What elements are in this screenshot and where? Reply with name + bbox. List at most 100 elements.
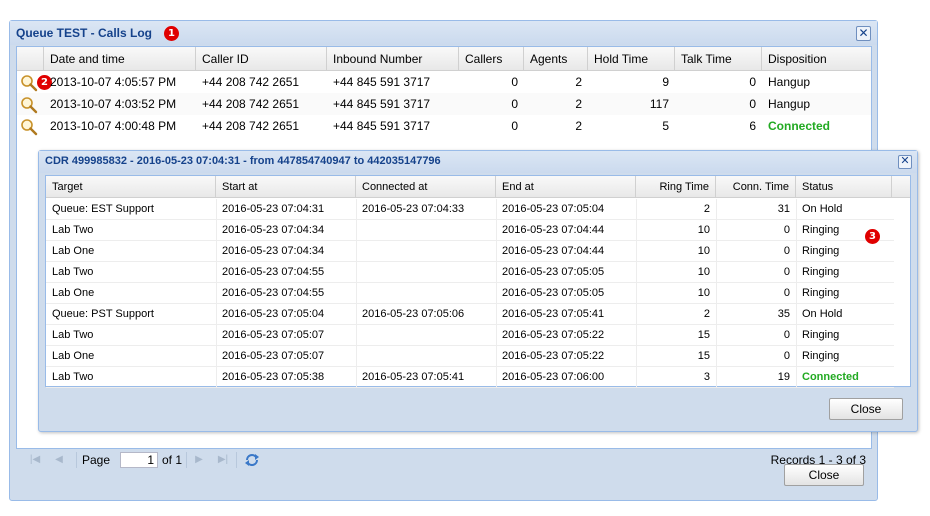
prev-page-icon[interactable]: ◀: [52, 453, 66, 467]
header-hold-time[interactable]: Hold Time: [588, 47, 675, 71]
annotation-badge-1: 1: [164, 26, 179, 41]
cell-hold: 117: [649, 97, 669, 111]
cell-ring: 10: [697, 287, 710, 299]
magnifier-icon[interactable]: [20, 96, 38, 114]
table-row[interactable]: Lab Two 2016-05-23 07:04:34 2016-05-23 07:…: [46, 220, 894, 241]
cdr-window: CDR 499985832 - 2016-05-23 07:04:31 - fr…: [38, 150, 918, 432]
cell-connected: [356, 262, 496, 282]
cell-talk: 0: [749, 75, 756, 89]
magnifier-icon[interactable]: [20, 74, 38, 92]
column-divider: [796, 304, 797, 324]
column-divider: [716, 367, 717, 387]
table-row[interactable]: Queue: PST Support 2016-05-23 07:05:04 201…: [46, 304, 894, 325]
cell-status: Connected: [802, 371, 859, 383]
header-inbound-number[interactable]: Inbound Number: [327, 47, 459, 71]
header-target[interactable]: Target: [46, 176, 216, 198]
cell-inbound: +44 845 591 3717: [333, 119, 431, 133]
column-divider: [216, 199, 217, 219]
header-ring-time[interactable]: Ring Time: [636, 176, 716, 198]
table-row[interactable]: Lab Two 2016-05-23 07:05:38 2016-05-23 07:…: [46, 367, 894, 388]
column-divider: [636, 367, 637, 387]
header-caller-id[interactable]: Caller ID: [196, 47, 327, 71]
header-callers[interactable]: Callers: [459, 47, 524, 71]
column-divider: [636, 199, 637, 219]
cell-target: Queue: EST Support: [52, 203, 154, 215]
cell-start: 2016-05-23 07:05:07: [222, 350, 325, 362]
cell-end: 2016-05-23 07:04:44: [502, 224, 605, 236]
cell-disposition: Connected: [768, 119, 831, 133]
cell-connected: [356, 346, 496, 366]
page-number-input[interactable]: [120, 452, 158, 468]
column-divider: [216, 262, 217, 282]
cell-callers: 0: [511, 75, 518, 89]
cell-end: 2016-05-23 07:05:22: [502, 350, 605, 362]
table-row[interactable]: Lab One 2016-05-23 07:04:55 2016-05-23 07:…: [46, 283, 894, 304]
column-divider: [496, 283, 497, 303]
column-divider: [716, 199, 717, 219]
first-page-icon[interactable]: |◀: [28, 453, 42, 467]
column-divider: [796, 241, 797, 261]
header-datetime[interactable]: Date and time: [44, 47, 196, 71]
cell-talk: 0: [749, 97, 756, 111]
cell-status: Ringing: [802, 329, 840, 341]
last-page-icon[interactable]: ▶|: [216, 453, 230, 467]
refresh-icon[interactable]: [244, 453, 260, 467]
close-button[interactable]: Close: [784, 464, 864, 486]
column-divider: [496, 262, 497, 282]
next-page-icon[interactable]: ▶: [192, 453, 206, 467]
table-row[interactable]: Lab One 2016-05-23 07:05:07 2016-05-23 07:…: [46, 346, 894, 367]
cell-datetime: 2013-10-07 4:03:52 PM: [50, 97, 177, 111]
cell-agents: 2: [575, 97, 582, 111]
table-row[interactable]: Lab One 2016-05-23 07:04:34 2016-05-23 07:…: [46, 241, 894, 262]
close-icon[interactable]: ✕: [856, 26, 871, 41]
close-icon[interactable]: ✕: [898, 155, 912, 169]
calls-log-titlebar[interactable]: Queue TEST - Calls Log 1 ✕: [10, 21, 877, 45]
column-divider: [496, 367, 497, 387]
cell-target: Lab Two: [52, 224, 94, 236]
cell-target: Lab One: [52, 245, 95, 257]
cell-start: 2016-05-23 07:05:38: [222, 371, 325, 383]
cell-start: 2016-05-23 07:04:31: [222, 203, 325, 215]
table-row[interactable]: Queue: EST Support 2016-05-23 07:04:31 201…: [46, 199, 894, 220]
header-agents[interactable]: Agents: [524, 47, 588, 71]
column-divider: [716, 262, 717, 282]
header-end-at[interactable]: End at: [496, 176, 636, 198]
header-disposition[interactable]: Disposition: [762, 47, 872, 71]
column-divider: [356, 325, 357, 345]
cell-end: 2016-05-23 07:05:05: [502, 287, 605, 299]
header-talk-time[interactable]: Talk Time: [675, 47, 762, 71]
cell-connected: [356, 241, 496, 261]
cell-end: 2016-05-23 07:06:00: [502, 371, 605, 383]
pager-separator: [236, 452, 237, 468]
cell-target: Lab Two: [52, 266, 94, 278]
cell-ring: 3: [703, 371, 710, 383]
column-divider: [356, 367, 357, 387]
cell-connected: [356, 220, 496, 240]
table-row[interactable]: 2013-10-07 4:03:52 PM +44 208 742 2651 +…: [17, 93, 871, 115]
magnifier-icon[interactable]: [20, 118, 38, 136]
cell-conn: 0: [783, 287, 790, 299]
cell-inbound: +44 845 591 3717: [333, 75, 431, 89]
column-divider: [356, 304, 357, 324]
cell-connected: [356, 283, 496, 303]
close-button[interactable]: Close: [829, 398, 903, 420]
table-row[interactable]: Lab Two 2016-05-23 07:04:55 2016-05-23 07:…: [46, 262, 894, 283]
cell-end: 2016-05-23 07:05:41: [502, 308, 605, 320]
pager-of-label: of 1: [162, 453, 183, 467]
header-connected-at[interactable]: Connected at: [356, 176, 496, 198]
cdr-titlebar[interactable]: CDR 499985832 - 2016-05-23 07:04:31 - fr…: [39, 151, 917, 173]
header-start-at[interactable]: Start at: [216, 176, 356, 198]
cell-agents: 2: [575, 119, 582, 133]
header-status[interactable]: Status: [796, 176, 892, 198]
cell-target: Lab One: [52, 350, 95, 362]
column-divider: [796, 220, 797, 240]
table-row[interactable]: 2 2013-10-07 4:05:57 PM +44 208 742 2651…: [17, 71, 871, 93]
column-divider: [356, 241, 357, 261]
column-divider: [796, 367, 797, 387]
header-conn-time[interactable]: Conn. Time: [716, 176, 796, 198]
cell-caller-id: +44 208 742 2651: [202, 119, 300, 133]
cell-datetime: 2013-10-07 4:05:57 PM: [50, 75, 177, 89]
table-row[interactable]: 2013-10-07 4:00:48 PM +44 208 742 2651 +…: [17, 115, 871, 137]
column-divider: [216, 241, 217, 261]
table-row[interactable]: Lab Two 2016-05-23 07:05:07 2016-05-23 07:…: [46, 325, 894, 346]
